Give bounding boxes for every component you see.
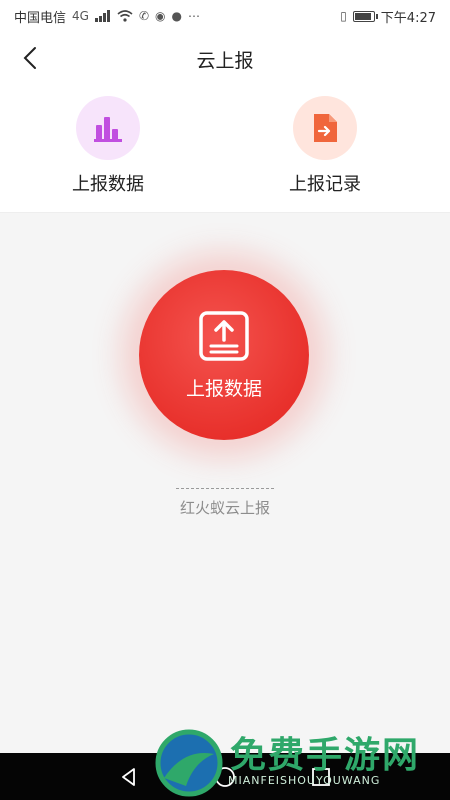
- app-header: 云上报: [0, 32, 450, 84]
- missed-call-icon: ✆: [138, 9, 150, 23]
- upload-data-label: 上报数据: [185, 377, 262, 400]
- battery-fill: [354, 12, 371, 20]
- report-data-label: 上报数据: [72, 174, 144, 195]
- square-recents-icon: [312, 768, 330, 786]
- vibrate-icon: ▯: [340, 9, 347, 23]
- bar-chart-icon: [94, 117, 122, 142]
- app-notification-icon: ◉: [155, 9, 166, 23]
- report-history-shortcut[interactable]: 上报记录: [255, 96, 395, 196]
- upload-box-icon: [199, 310, 249, 361]
- clock: 下午4:27: [380, 10, 436, 26]
- triangle-back-icon: [122, 768, 135, 786]
- more-notifications-icon: ⋯: [187, 9, 200, 23]
- system-nav-bar: [0, 753, 450, 800]
- page-title: 云上报: [196, 50, 254, 72]
- circle-home-icon: [215, 767, 235, 787]
- status-bar: 中国电信 4G ✆ ◉ ● ⋯ ▯ 下午4:27: [0, 0, 450, 32]
- nav-back-button[interactable]: [117, 765, 141, 789]
- report-history-icon-circle: [293, 96, 357, 160]
- status-left: 中国电信 4G ✆ ◉ ● ⋯: [14, 7, 200, 26]
- nav-recents-button[interactable]: [309, 765, 333, 789]
- network-type: 4G: [72, 9, 89, 23]
- wifi-icon: [117, 10, 133, 22]
- caption-divider: [176, 488, 274, 489]
- battery-icon: [352, 10, 378, 22]
- report-data-shortcut[interactable]: 上报数据: [38, 96, 178, 196]
- status-right: ▯ 下午4:27: [340, 7, 436, 26]
- carrier-name: 中国电信: [14, 10, 67, 26]
- nav-home-button[interactable]: [213, 765, 237, 789]
- signal-icon: [94, 10, 110, 22]
- report-data-icon-circle: [76, 96, 140, 160]
- upload-data-button[interactable]: 上报数据: [139, 270, 309, 440]
- main-area: 上报数据 红火蚁云上报: [0, 213, 450, 753]
- report-history-label: 上报记录: [289, 174, 361, 195]
- app-caption: 红火蚁云上报: [179, 499, 270, 517]
- file-export-icon: [314, 114, 337, 142]
- quick-actions-panel: 上报数据 上报记录: [0, 84, 450, 213]
- message-icon: ●: [171, 9, 182, 23]
